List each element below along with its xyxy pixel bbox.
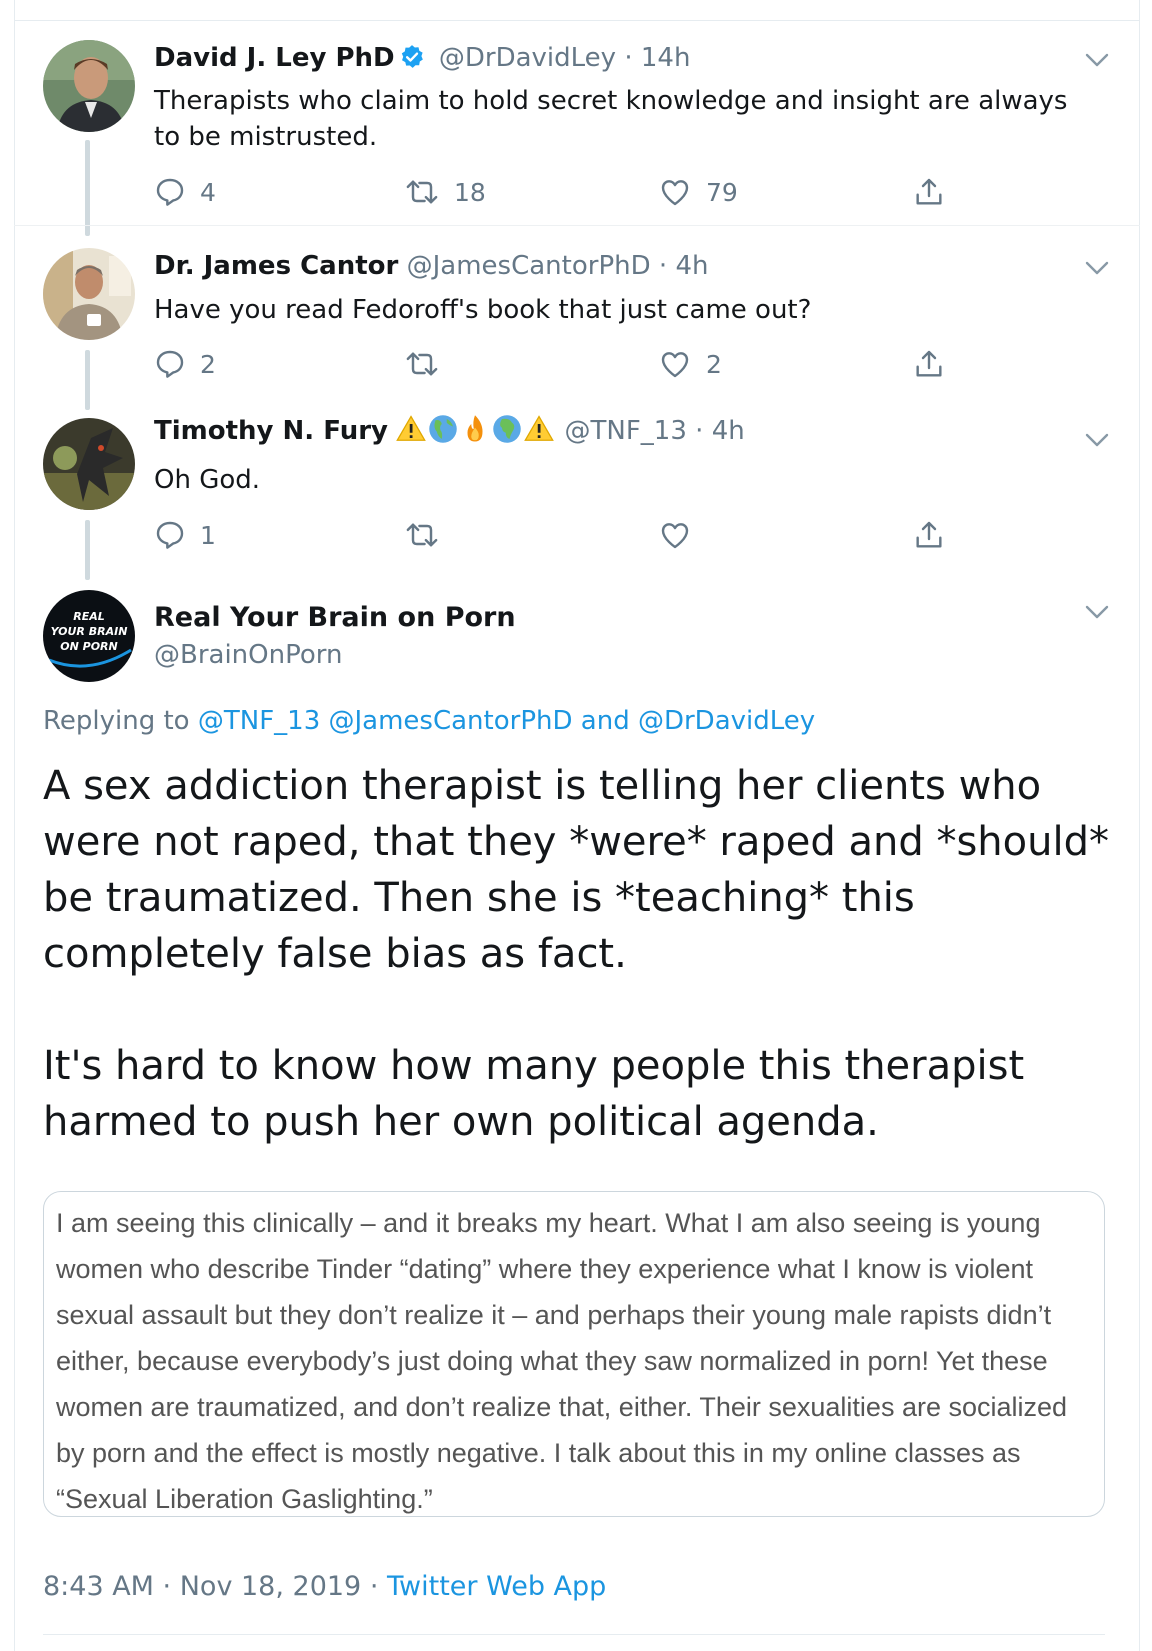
replying-to-label: Replying to (43, 706, 190, 736)
tweet-paragraph: A sex addiction therapist is telling her… (43, 763, 1109, 977)
like-button[interactable]: 2 (658, 348, 722, 380)
share-icon (916, 521, 942, 548)
tweet-text: Therapists who claim to hold secret know… (154, 86, 1068, 152)
divider (14, 225, 1140, 226)
thread-line (85, 350, 90, 410)
tweet-metadata: 8:43 AM · Nov 18, 2019 · Twitter Web App (43, 1571, 606, 1602)
reply-icon (156, 178, 184, 206)
share-icon (916, 178, 942, 205)
separator-dot: · (695, 416, 704, 446)
chevron-down-icon[interactable] (1085, 604, 1109, 620)
like-icon (661, 180, 689, 206)
like-count: 2 (706, 349, 722, 379)
chevron-down-icon[interactable] (1085, 52, 1109, 68)
avatar-logo-line-3: ON PORN (60, 640, 117, 653)
retweet-count: 18 (454, 177, 486, 207)
globe-americas-icon (428, 414, 458, 451)
retweet-icon (406, 180, 438, 204)
replying-to-line: Replying to @TNF_13 @JamesCantorPhD and … (43, 706, 815, 736)
share-button[interactable] (913, 519, 959, 551)
mention-link[interactable]: @TNF_13 (198, 706, 320, 736)
tweet-time[interactable]: 14h (641, 43, 691, 73)
author-name[interactable]: Real Your Brain on Porn (154, 602, 516, 633)
separator-dot: · (658, 251, 668, 281)
thread-line (85, 520, 90, 580)
tweet-paragraph: It's hard to know how many people this t… (43, 1043, 1025, 1145)
reply-icon (156, 350, 184, 378)
mention-link[interactable]: @JamesCantorPhD (329, 706, 573, 736)
attached-image-quote[interactable]: I am seeing this clinically – and it bre… (43, 1191, 1105, 1517)
like-count: 79 (706, 177, 738, 207)
reply-count: 1 (200, 520, 216, 550)
globe-africa-icon (492, 414, 522, 451)
avatar[interactable]: REAL YOUR BRAIN ON PORN (43, 590, 135, 682)
author-name[interactable]: Timothy N. Fury (154, 416, 388, 446)
reply-button[interactable]: 4 (154, 176, 216, 208)
thread-line (85, 140, 90, 236)
warning-icon (396, 414, 427, 451)
share-icon (916, 350, 942, 377)
separator-dot: · (624, 43, 633, 73)
retweet-icon (406, 523, 438, 547)
author-handle[interactable]: @TNF_13 (565, 416, 687, 446)
share-button[interactable] (913, 176, 959, 208)
divider (14, 20, 1140, 21)
tweet-time[interactable]: 4h (675, 251, 708, 281)
author-name[interactable]: David J. Ley PhD (154, 43, 395, 73)
source-app-link[interactable]: Twitter Web App (387, 1571, 606, 1602)
avatar-logo-line-2: YOUR BRAIN (51, 625, 128, 638)
mention-link[interactable]: @DrDavidLey (638, 706, 815, 736)
chevron-down-icon[interactable] (1085, 432, 1109, 448)
retweet-button[interactable] (404, 519, 454, 551)
reply-count: 2 (200, 349, 216, 379)
retweet-icon (406, 352, 438, 376)
avatar-logo-line-1: REAL (73, 610, 105, 623)
fire-icon (460, 414, 490, 451)
tweet-text: Oh God. (154, 465, 261, 495)
verified-badge-icon (399, 44, 425, 77)
reply-button[interactable]: 2 (154, 348, 216, 380)
reply-icon (156, 521, 184, 549)
tweet-body: A sex addiction therapist is telling her… (43, 758, 1113, 1206)
and-text: and (580, 706, 630, 736)
like-icon (661, 523, 689, 549)
separator-dot: · (369, 1571, 379, 1602)
avatar[interactable] (43, 248, 135, 340)
like-button[interactable] (658, 519, 706, 551)
like-button[interactable]: 79 (658, 176, 738, 208)
tweet-text: Have you read Fedoroff's book that just … (154, 295, 812, 325)
author-handle[interactable]: @DrDavidLey (439, 43, 616, 73)
avatar[interactable] (43, 418, 135, 510)
reply-count: 4 (200, 177, 216, 207)
retweet-button[interactable]: 18 (404, 176, 486, 208)
author-handle[interactable]: @JamesCantorPhD (407, 251, 651, 281)
author-name[interactable]: Dr. James Cantor (154, 251, 398, 281)
author-handle[interactable]: @BrainOnPorn (154, 640, 342, 670)
tweet-time[interactable]: 4h (712, 416, 745, 446)
timestamp[interactable]: 8:43 AM · Nov 18, 2019 (43, 1571, 361, 1602)
chevron-down-icon[interactable] (1085, 260, 1109, 276)
avatar[interactable] (43, 40, 135, 132)
share-button[interactable] (913, 348, 959, 380)
like-icon (661, 352, 689, 378)
retweet-button[interactable] (404, 348, 454, 380)
divider (43, 1634, 1105, 1635)
reply-button[interactable]: 1 (154, 519, 216, 551)
warning-icon (524, 414, 555, 451)
